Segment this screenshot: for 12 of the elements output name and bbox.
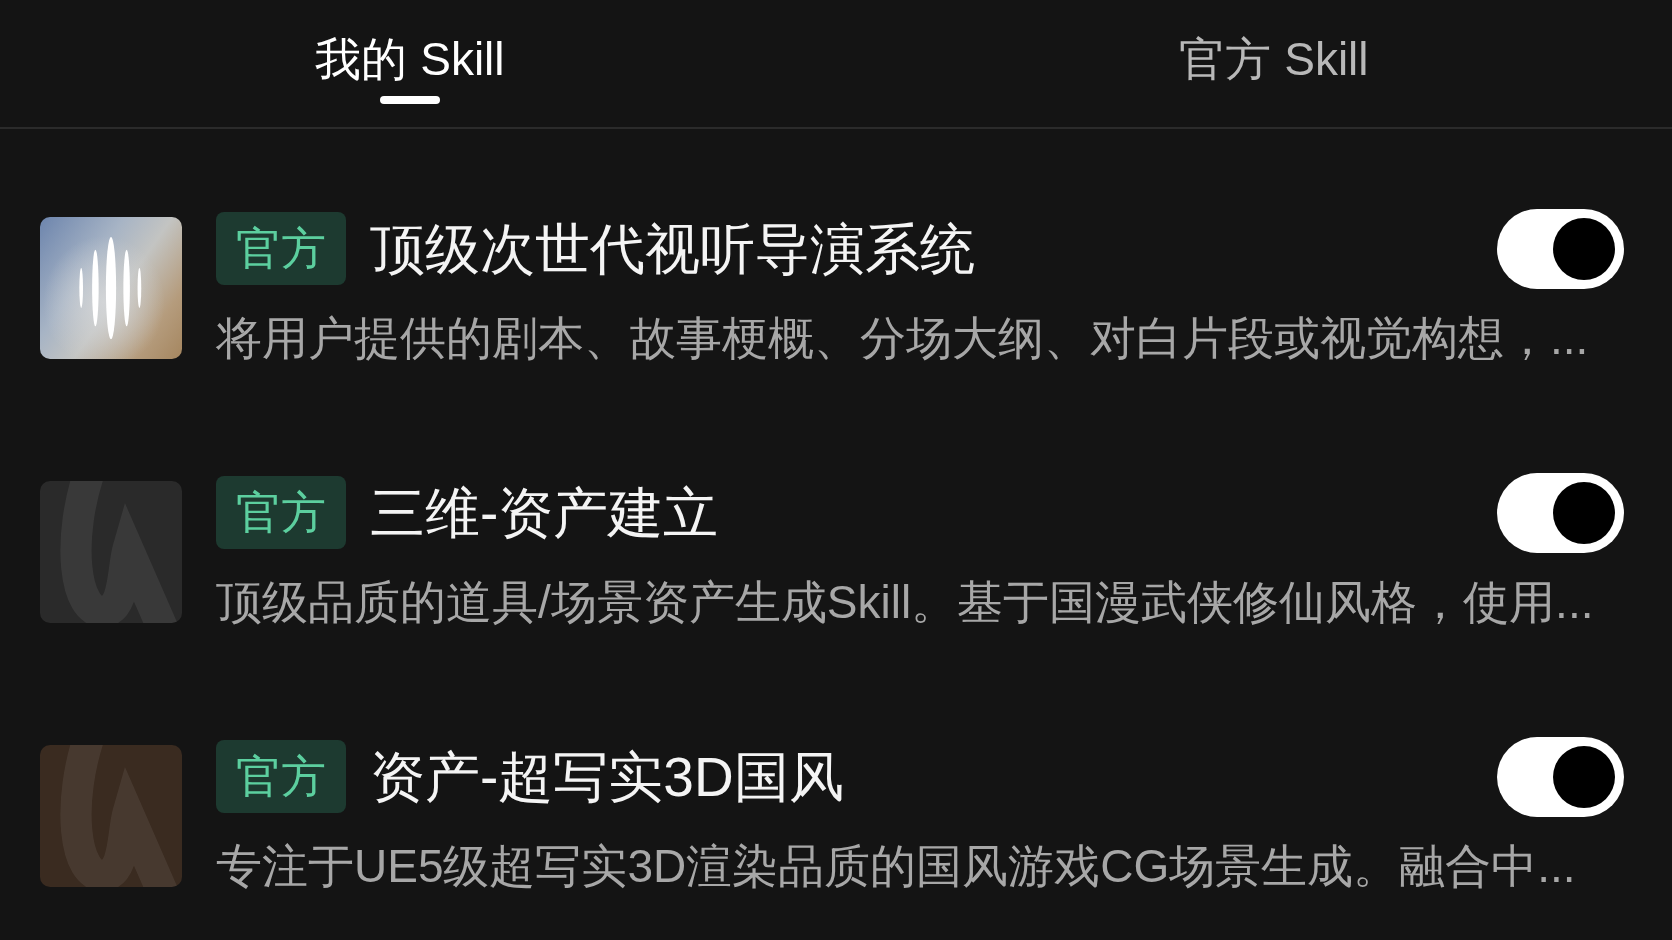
waveform-icon [40, 216, 182, 359]
skill-title: 三维-资产建立 [370, 480, 719, 546]
skill-title: 资产-超写实3D国风 [370, 744, 844, 810]
skill-title: 顶级次世代视听导演系统 [370, 216, 975, 282]
tab[interactable]: 官方 Skill [1179, 30, 1369, 104]
skill-description: 顶级品质的道具/场景资产生成Skill。基于国漫武侠修仙风格，使用... [216, 574, 1595, 630]
tab[interactable]: 我的 Skill [315, 30, 505, 104]
source-tag: 官方 [216, 212, 346, 285]
source-tag: 官方 [216, 476, 346, 549]
source-tag: 官方 [216, 740, 346, 813]
skill-description: 专注于UE5级超写实3D渲染品质的国风游戏CG场景生成。融合中... [216, 838, 1577, 894]
skill-description: 将用户提供的剧本、故事梗概、分场大纲、对白片段或视觉构想，... [216, 310, 1590, 366]
